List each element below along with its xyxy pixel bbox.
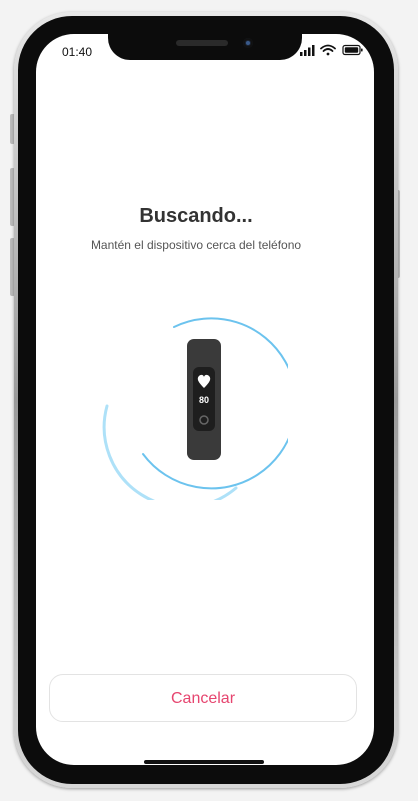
page-title: Buscando... (139, 205, 253, 227)
status-icons (300, 43, 364, 57)
status-time: 01:40 (62, 45, 93, 59)
earpiece-speaker (176, 40, 228, 46)
signal-bars-icon (300, 45, 315, 56)
home-indicator[interactable] (144, 760, 264, 764)
wifi-icon (320, 44, 336, 56)
device-mockup: 01:40 Buscando... Mantén el dispositivo … (0, 0, 418, 801)
searching-animation: 80 (98, 314, 298, 509)
cancel-button[interactable]: Cancelar (49, 674, 357, 722)
page-subtitle: Mantén el dispositivo cerca del teléfono (90, 238, 302, 252)
battery-icon (342, 44, 363, 56)
heart-rate-value: 80 (199, 395, 209, 405)
front-camera (243, 38, 253, 48)
fitness-band-icon: 80 (187, 339, 221, 460)
